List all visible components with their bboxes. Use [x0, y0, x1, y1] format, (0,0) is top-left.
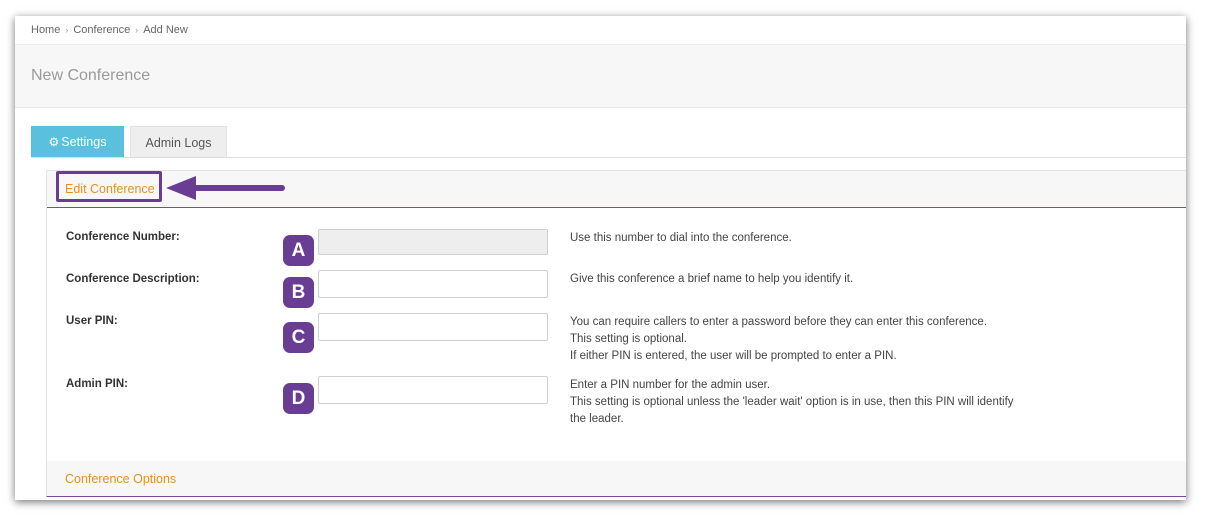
breadcrumb-bar: Home › Conference › Add New — [15, 16, 1186, 45]
tab-admin-logs[interactable]: Admin Logs — [130, 126, 227, 158]
label-conference-description: Conference Description: — [66, 273, 200, 285]
conference-description-input[interactable] — [318, 270, 548, 298]
breadcrumb-conference[interactable]: Conference — [73, 24, 130, 36]
tab-settings[interactable]: ⚙ Settings — [31, 126, 124, 158]
help-text: If either PIN is entered, the user will … — [570, 350, 897, 362]
help-text: This setting is optional. — [570, 333, 687, 345]
label-admin-pin: Admin PIN: — [66, 378, 128, 390]
help-text: This setting is optional unless the 'lea… — [570, 396, 1014, 408]
breadcrumb-add-new: Add New — [143, 24, 188, 36]
help-text: Give this conference a brief name to hel… — [570, 273, 854, 285]
tab-settings-label: Settings — [61, 135, 107, 149]
conference-options-title: Conference Options — [65, 472, 177, 486]
annotation-badge-c: C — [283, 322, 314, 353]
breadcrumb: Home › Conference › Add New — [31, 24, 188, 36]
user-pin-input[interactable] — [318, 313, 548, 341]
page-header: New Conference — [15, 45, 1186, 108]
annotation-badge-b: B — [283, 277, 314, 308]
help-text: Enter a PIN number for the admin user. — [570, 379, 771, 391]
tab-admin-logs-label: Admin Logs — [145, 136, 212, 150]
help-user-pin: You can require callers to enter a passw… — [570, 314, 987, 365]
admin-pin-input[interactable] — [318, 376, 548, 404]
gear-icon: ⚙ — [48, 135, 60, 149]
conference-number-input[interactable] — [318, 229, 548, 255]
highlight-box — [56, 171, 162, 202]
arrow-left-icon — [166, 176, 285, 200]
breadcrumb-separator: › — [65, 25, 69, 35]
help-admin-pin: Enter a PIN number for the admin user. T… — [570, 377, 1014, 428]
breadcrumb-home[interactable]: Home — [31, 24, 60, 36]
page-title: New Conference — [31, 67, 151, 84]
label-conference-number: Conference Number: — [66, 231, 180, 243]
annotation-badge-a: A — [283, 235, 314, 266]
help-conference-number: Use this number to dial into the confere… — [570, 230, 792, 247]
help-text: You can require callers to enter a passw… — [570, 316, 988, 328]
conference-options-header[interactable]: Conference Options — [46, 461, 1186, 497]
breadcrumb-separator: › — [135, 25, 139, 35]
label-user-pin: User PIN: — [66, 315, 118, 327]
tab-divider — [31, 157, 1186, 158]
annotation-badge-d: D — [283, 383, 314, 414]
help-text: the leader. — [570, 413, 624, 425]
help-conference-description: Give this conference a brief name to hel… — [570, 271, 853, 288]
help-text: Use this number to dial into the confere… — [570, 232, 792, 244]
